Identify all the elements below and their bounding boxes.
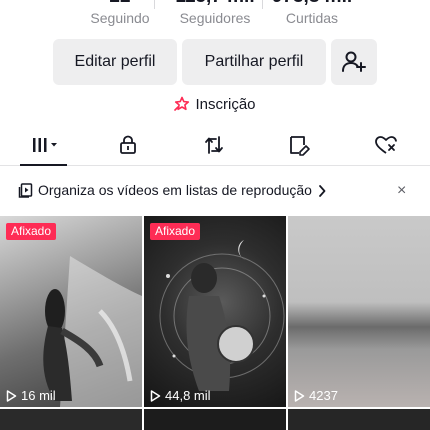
pinned-badge: Afixado (150, 223, 201, 240)
play-icon (294, 389, 305, 402)
view-count-value: 16 mil (21, 388, 56, 403)
video-grid: Afixado 16 mil Afixado 44,8 mil 4237 (0, 216, 430, 430)
video-thumbnail[interactable] (0, 409, 142, 430)
add-friend-button[interactable] (331, 39, 377, 85)
thumbnail-image (43, 256, 142, 407)
subscription-link[interactable]: Inscrição (0, 94, 430, 114)
video-thumbnail[interactable]: Afixado 16 mil (0, 216, 142, 407)
active-tab-indicator (20, 164, 67, 166)
playlist-icon (18, 183, 33, 198)
thumbnail-image (159, 240, 285, 391)
view-count: 44,8 mil (150, 388, 211, 403)
subscription-label: Inscrição (195, 95, 256, 113)
video-thumbnail[interactable]: 4237 (288, 216, 430, 407)
tab-private[interactable] (108, 130, 148, 160)
tab-favorites[interactable] (280, 130, 320, 160)
bookmark-icon (290, 136, 310, 156)
share-profile-button[interactable]: Partilhar perfil (182, 39, 326, 85)
add-user-icon (342, 51, 366, 72)
grid-icon (33, 138, 57, 152)
profile-tabs (0, 126, 430, 166)
video-thumbnail[interactable]: Afixado 44,8 mil (144, 216, 286, 407)
tab-reposts[interactable] (194, 130, 234, 160)
close-icon[interactable]: × (397, 183, 406, 199)
view-count-value: 4237 (309, 388, 338, 403)
playlist-banner-text: Organiza os vídeos em listas de reproduç… (38, 182, 312, 198)
tab-liked[interactable] (366, 130, 406, 160)
play-icon (150, 389, 161, 402)
repost-icon (205, 136, 223, 154)
pinned-badge: Afixado (6, 223, 57, 240)
profile-stats: 22 Seguindo 115,7 mil Seguidores 973,8 m… (0, 0, 430, 34)
tab-videos[interactable] (24, 130, 64, 160)
chevron-right-icon (319, 185, 326, 197)
star-badge-icon (174, 96, 190, 111)
video-thumbnail[interactable] (144, 409, 286, 430)
play-icon (6, 389, 17, 402)
lock-icon (120, 135, 136, 154)
stat-likes-value: 973,8 mil (252, 0, 372, 8)
edit-profile-button[interactable]: Editar perfil (53, 39, 177, 85)
stat-likes-label: Curtidas (285, 10, 339, 26)
video-thumbnail[interactable] (288, 409, 430, 430)
heart-icon (375, 136, 397, 154)
view-count-value: 44,8 mil (165, 388, 211, 403)
playlist-banner[interactable]: Organiza os vídeos em listas de reproduç… (0, 172, 430, 210)
view-count: 16 mil (6, 388, 56, 403)
view-count: 4237 (294, 388, 338, 403)
